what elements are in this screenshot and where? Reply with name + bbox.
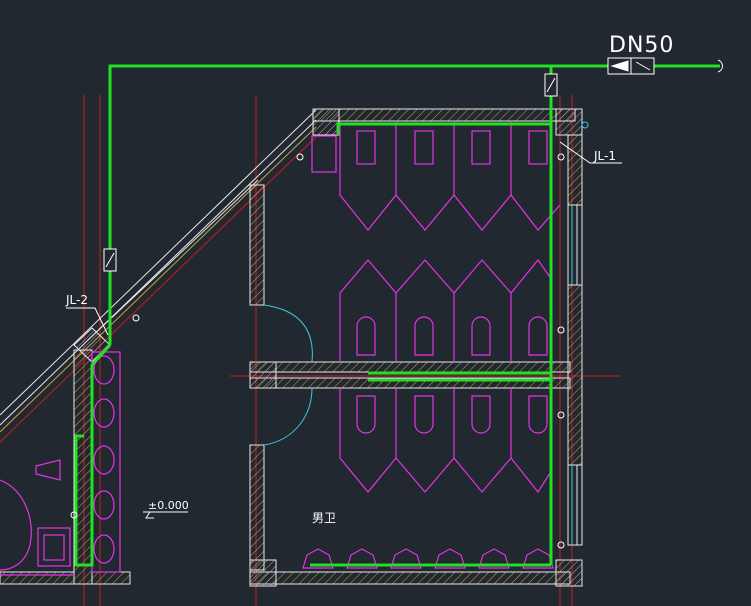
room-label: 男卫 xyxy=(312,511,336,525)
stalls-bottom-row xyxy=(339,388,553,494)
water-pipes xyxy=(74,64,720,567)
cad-drawing-canvas[interactable]: DN50 JL-1 JL-2 ±0.000 男卫 xyxy=(0,0,751,606)
washbasins xyxy=(0,351,121,576)
pipe-fittings xyxy=(103,57,723,272)
diagonal-wall xyxy=(0,109,317,443)
elevation-label: ±0.000 xyxy=(148,499,189,512)
walls xyxy=(0,108,583,587)
pipe-size-label: DN50 xyxy=(609,33,674,58)
stalls-middle-row xyxy=(339,259,553,362)
stalls-top-row xyxy=(311,122,561,231)
axis-lines xyxy=(83,95,620,606)
floor-plan: DN50 JL-1 JL-2 ±0.000 男卫 xyxy=(0,33,723,606)
riser-jl2-label: JL-2 xyxy=(65,293,88,307)
riser-jl1-label: JL-1 xyxy=(593,149,616,163)
label-leaders xyxy=(66,121,622,519)
